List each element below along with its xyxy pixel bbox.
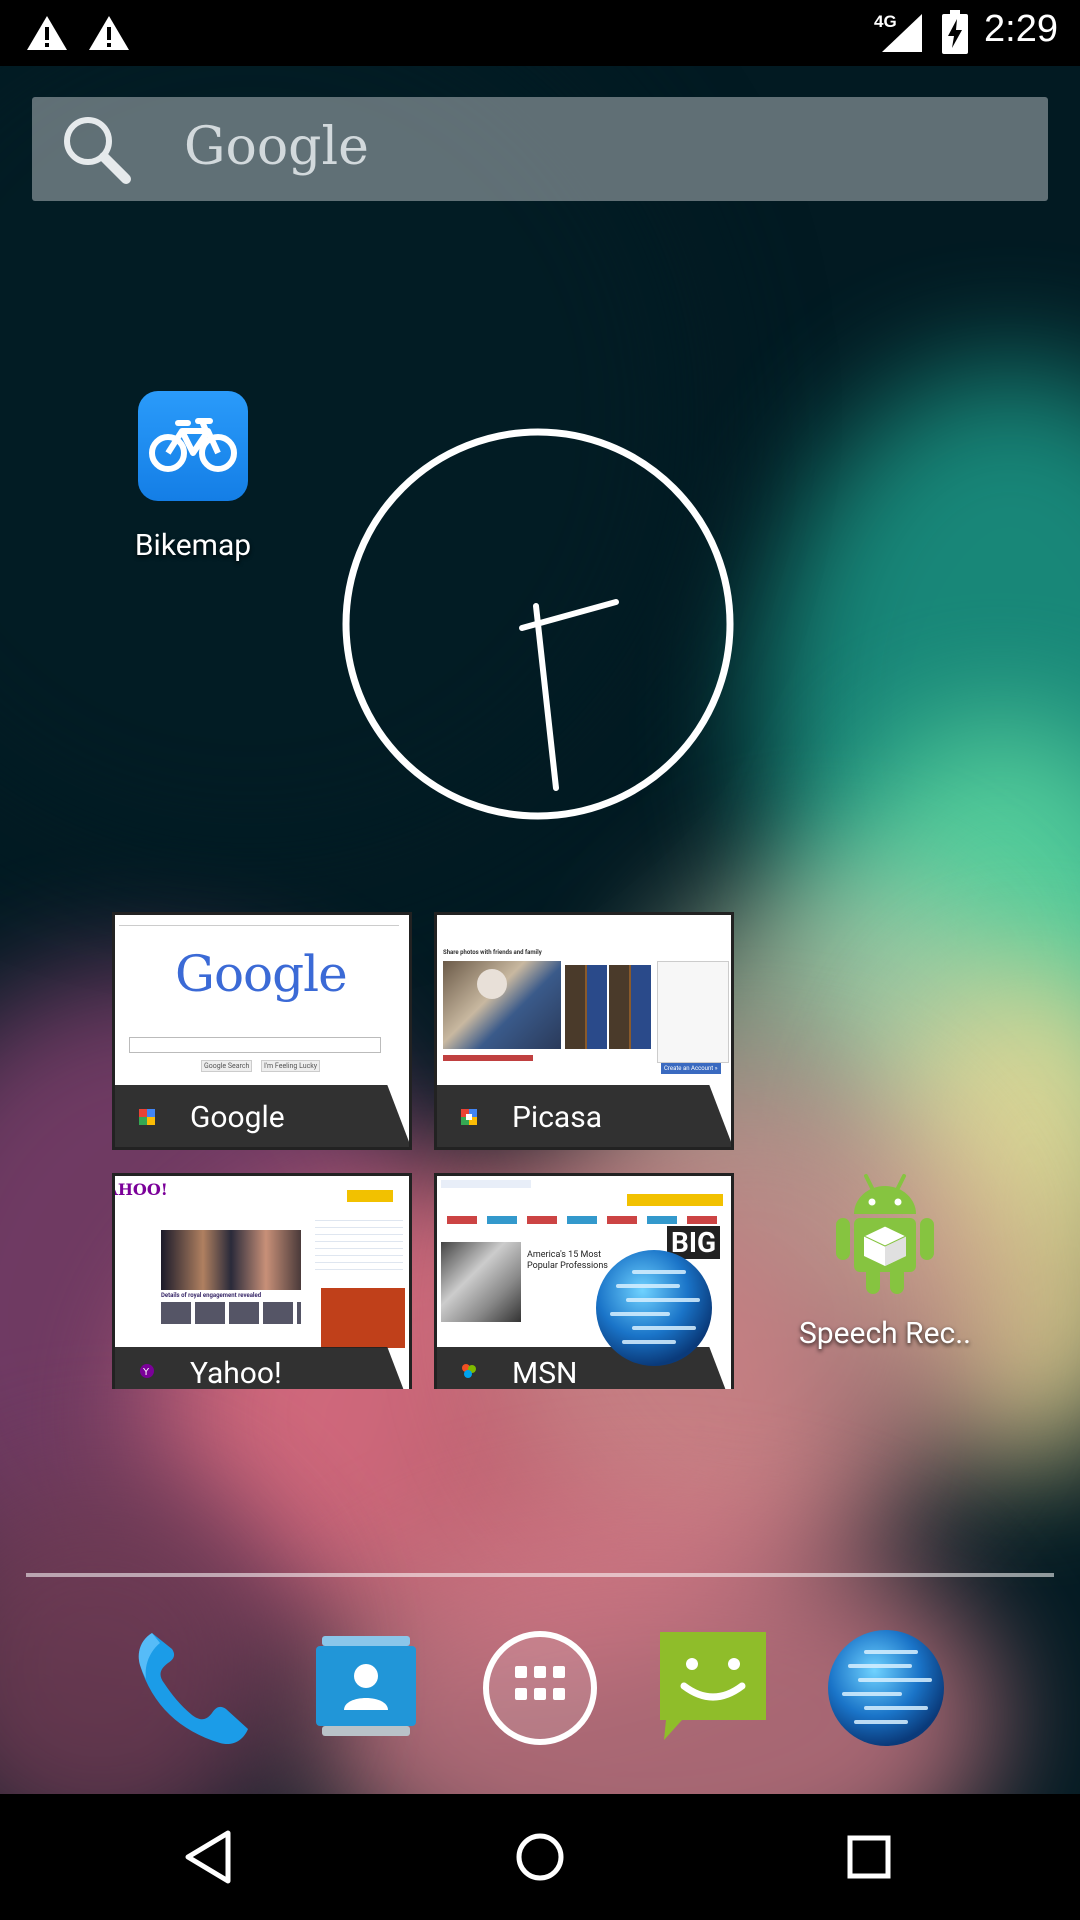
- phone-icon[interactable]: [130, 1625, 256, 1751]
- dock-divider: [26, 1573, 1054, 1577]
- status-bar: 4G 2:29: [0, 0, 1080, 66]
- svg-text:Y: Y: [142, 1367, 150, 1378]
- yahoo-headline: Details of royal engagement revealed: [161, 1292, 262, 1299]
- google-search-btn: Google Search: [201, 1060, 253, 1072]
- bicycle-icon: [138, 391, 248, 501]
- messaging-icon[interactable]: [654, 1628, 772, 1746]
- android-robot-icon: [836, 1174, 934, 1294]
- picasa-favicon-icon: [461, 1109, 477, 1125]
- bookmark-google[interactable]: Google Google Search I'm Feeling Lucky G…: [112, 912, 412, 1150]
- google-search-bar[interactable]: Google: [32, 97, 1048, 201]
- search-placeholder: Google: [184, 117, 369, 177]
- recents-icon[interactable]: [846, 1834, 892, 1880]
- clock-time: 2:29: [984, 8, 1058, 50]
- globe-icon[interactable]: [594, 1248, 714, 1368]
- google-logo: Google: [175, 945, 348, 1003]
- yahoo-favicon-icon: Y: [140, 1364, 154, 1378]
- home-screen: 4G 2:29 Google Bikemap Google Google Sea…: [0, 0, 1080, 1920]
- bookmark-title-bar: Picasa: [437, 1085, 731, 1147]
- navigation-bar: [0, 1794, 1080, 1920]
- bookmark-title: MSN: [512, 1356, 578, 1389]
- bookmark-title: Picasa: [512, 1100, 603, 1135]
- app-drawer-icon[interactable]: [482, 1630, 598, 1746]
- search-icon: [64, 117, 131, 184]
- bookmark-title: Google: [190, 1100, 285, 1135]
- bookmark-title-bar: Google: [115, 1085, 409, 1147]
- warning-icon: [89, 16, 129, 50]
- app-label: Bikemap: [134, 528, 252, 563]
- bookmark-yahoo[interactable]: YAHOO! Details of royal engagement revea…: [112, 1173, 412, 1389]
- app-label: Speech Rec..: [798, 1316, 972, 1351]
- bookmark-picasa[interactable]: Share photos with friends and family Cre…: [434, 912, 734, 1150]
- warning-icon: [27, 16, 67, 50]
- signal-icon: [882, 14, 922, 52]
- create-account-button: Create an Account »: [661, 1063, 721, 1074]
- home-icon[interactable]: [514, 1831, 566, 1883]
- app-speech-recorder[interactable]: Speech Rec..: [790, 1170, 980, 1360]
- back-icon[interactable]: [182, 1829, 234, 1885]
- msn-favicon-icon: [462, 1364, 476, 1378]
- feeling-lucky-btn: I'm Feeling Lucky: [261, 1060, 321, 1072]
- battery-charging-icon: [942, 10, 968, 54]
- bookmark-title-bar: Y Yahoo!: [115, 1347, 409, 1389]
- picasa-header: Share photos with friends and family: [443, 949, 542, 956]
- contacts-icon[interactable]: [314, 1636, 418, 1740]
- yahoo-logo: YAHOO!: [115, 1180, 168, 1199]
- app-bikemap[interactable]: Bikemap: [110, 388, 276, 568]
- browser-globe-icon[interactable]: [826, 1628, 946, 1748]
- bookmark-title: Yahoo!: [190, 1356, 282, 1389]
- analog-clock-widget[interactable]: [340, 428, 736, 824]
- google-favicon-icon: [139, 1109, 155, 1125]
- minute-hand: [533, 603, 559, 791]
